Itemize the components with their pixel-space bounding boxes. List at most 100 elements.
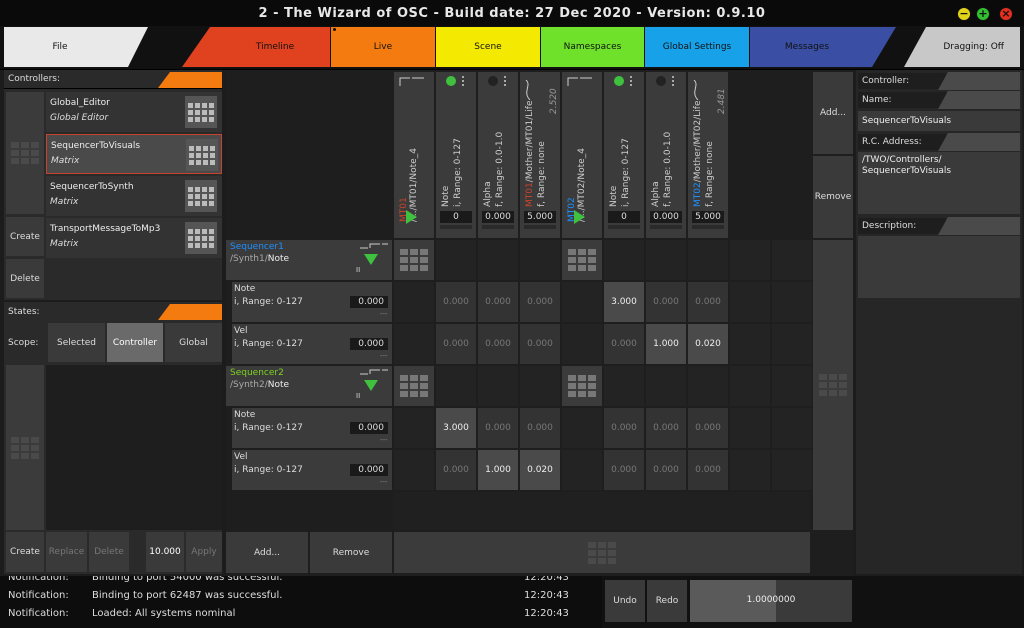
matrix-cell[interactable]	[730, 240, 770, 280]
matrix-cell[interactable]: 0.000	[688, 450, 728, 490]
controller-item[interactable]: SequencerToSynth Matrix	[46, 176, 222, 216]
matrix-cell[interactable]	[520, 240, 560, 280]
matrix-cell[interactable]: 0.000	[436, 324, 476, 364]
matrix-column-header[interactable]: Alpha f, Range: 0.0-1.0 0.000	[646, 72, 686, 238]
redo-button[interactable]: Redo	[647, 580, 687, 622]
replace-state-button[interactable]: Replace	[46, 532, 87, 572]
matrix-cell[interactable]: 3.000	[436, 408, 476, 448]
maximize-icon[interactable]: +	[976, 7, 990, 21]
matrix-cell[interactable]: 0.000	[646, 450, 686, 490]
address-field[interactable]: /TWO/Controllers/ SequencerToVisuals	[858, 152, 1020, 214]
matrix-cell[interactable]: 0.000	[646, 282, 686, 322]
matrix-cell[interactable]: 0.000	[688, 408, 728, 448]
matrix-cell[interactable]: 0.000	[478, 408, 518, 448]
close-icon[interactable]: ×	[999, 7, 1013, 21]
scope-selected-button[interactable]: Selected	[48, 323, 105, 362]
description-field[interactable]	[858, 236, 1020, 298]
matrix-cell[interactable]	[772, 240, 812, 280]
tab-messages[interactable]: Messages	[752, 27, 862, 67]
menu-dots-icon[interactable]	[462, 76, 464, 86]
matrix-cell[interactable]: 0.000	[436, 450, 476, 490]
matrix-column-header[interactable]: Note i, Range: 0-127 0	[604, 72, 644, 238]
create-controller-button[interactable]: Create	[6, 217, 44, 256]
matrix-cell[interactable]	[688, 366, 728, 406]
parameter-value[interactable]: 0.000	[350, 296, 388, 308]
matrix-column-header[interactable]: Note i, Range: 0-127 0	[436, 72, 476, 238]
controller-item[interactable]: TransportMessageToMp3 Matrix	[46, 218, 222, 258]
controllers-handle[interactable]	[6, 92, 44, 214]
tab-namespaces[interactable]: Namespaces	[541, 27, 644, 67]
menu-dots-icon[interactable]	[672, 76, 674, 86]
apply-state-button[interactable]: Apply	[186, 532, 222, 572]
matrix-cell[interactable]: 0.020	[688, 324, 728, 364]
column-value[interactable]: 0.000	[650, 211, 682, 223]
scope-global-button[interactable]: Global	[165, 323, 222, 362]
value-slider[interactable]: 1.0000000	[690, 580, 852, 622]
sequencer-row-header[interactable]: Sequencer2/Synth2/Note II	[226, 366, 392, 406]
scope-controller-button[interactable]: Controller	[107, 323, 163, 362]
state-value-field[interactable]: 10.000	[146, 532, 184, 572]
row-scroll-handle[interactable]	[394, 532, 810, 573]
remove-column-button[interactable]: Remove	[813, 156, 853, 238]
matrix-cell[interactable]: 1.000	[646, 324, 686, 364]
matrix-cell[interactable]	[478, 366, 518, 406]
tab-scene[interactable]: Scene	[436, 27, 540, 67]
matrix-column-header[interactable]: MT02/.../MT02/Note_4	[562, 72, 602, 238]
column-value[interactable]: 5.000	[524, 211, 556, 223]
dragging-toggle[interactable]: Dragging: Off	[932, 27, 1004, 67]
matrix-cell[interactable]: 0.000	[604, 324, 644, 364]
matrix-cell[interactable]	[394, 240, 434, 280]
matrix-column-header[interactable]: Alpha f, Range: 0.0-1.0 0.000	[478, 72, 518, 238]
matrix-cell[interactable]	[562, 240, 602, 280]
matrix-cell[interactable]	[772, 366, 812, 406]
parameter-row-header[interactable]: Note i, Range: 0-127 0.000 ---	[232, 408, 392, 448]
matrix-cell[interactable]	[646, 366, 686, 406]
matrix-cell[interactable]	[688, 240, 728, 280]
matrix-cell[interactable]: 1.000	[478, 450, 518, 490]
matrix-cell[interactable]: 0.000	[520, 324, 560, 364]
matrix-cell[interactable]: 3.000	[604, 282, 644, 322]
pause-icon[interactable]: II	[356, 266, 360, 274]
matrix-cell[interactable]	[562, 366, 602, 406]
matrix-cell[interactable]	[604, 240, 644, 280]
matrix-column-header[interactable]: 2.520 MT01/Mother/MT01/Life f, Range: none…	[520, 72, 560, 238]
parameter-value[interactable]: 0.000	[350, 422, 388, 434]
matrix-cell[interactable]	[394, 366, 434, 406]
matrix-cell[interactable]	[520, 366, 560, 406]
matrix-cell[interactable]	[604, 366, 644, 406]
tab-timeline[interactable]: Timeline	[226, 27, 324, 67]
parameter-value[interactable]: 0.000	[350, 464, 388, 476]
matrix-cell[interactable]	[646, 240, 686, 280]
play-icon[interactable]	[406, 210, 417, 224]
parameter-value[interactable]: 0.000	[350, 338, 388, 350]
column-value[interactable]: 0	[608, 211, 640, 223]
tab-global-settings[interactable]: Global Settings	[645, 27, 749, 67]
matrix-cell[interactable]	[730, 366, 770, 406]
sequencer-toggle-icon[interactable]	[364, 380, 378, 391]
column-value[interactable]: 0	[440, 211, 472, 223]
column-value[interactable]: 0.000	[482, 211, 514, 223]
matrix-cell[interactable]: 0.020	[520, 450, 560, 490]
name-field[interactable]: SequencerToVisuals	[858, 111, 1020, 131]
matrix-column-header[interactable]: MT01/.../MT01/Note_4	[394, 72, 434, 238]
create-state-button[interactable]: Create	[6, 532, 44, 572]
matrix-cell[interactable]: 0.000	[520, 282, 560, 322]
sequencer-toggle-icon[interactable]	[364, 254, 378, 265]
sequencer-row-header[interactable]: Sequencer1/Synth1/Note II	[226, 240, 392, 280]
matrix-cell[interactable]: 0.000	[478, 282, 518, 322]
matrix-cell[interactable]	[436, 240, 476, 280]
matrix-cell[interactable]: 0.000	[520, 408, 560, 448]
menu-dots-icon[interactable]	[630, 76, 632, 86]
matrix-cell[interactable]	[478, 240, 518, 280]
matrix-cell[interactable]: 0.000	[478, 324, 518, 364]
matrix-cell[interactable]: 0.000	[688, 282, 728, 322]
menu-dots-icon[interactable]	[504, 76, 506, 86]
controller-item[interactable]: Global_Editor Global Editor	[46, 92, 222, 132]
matrix-cell[interactable]	[436, 366, 476, 406]
column-scroll-handle[interactable]	[813, 240, 853, 530]
play-icon[interactable]	[574, 210, 585, 224]
menu-file[interactable]: File	[4, 27, 116, 67]
matrix-cell[interactable]: 0.000	[604, 408, 644, 448]
matrix-column-header[interactable]: 2.481 MT02/Mother/MT02/Life f, Range: none…	[688, 72, 728, 238]
matrix-cell[interactable]: 0.000	[436, 282, 476, 322]
